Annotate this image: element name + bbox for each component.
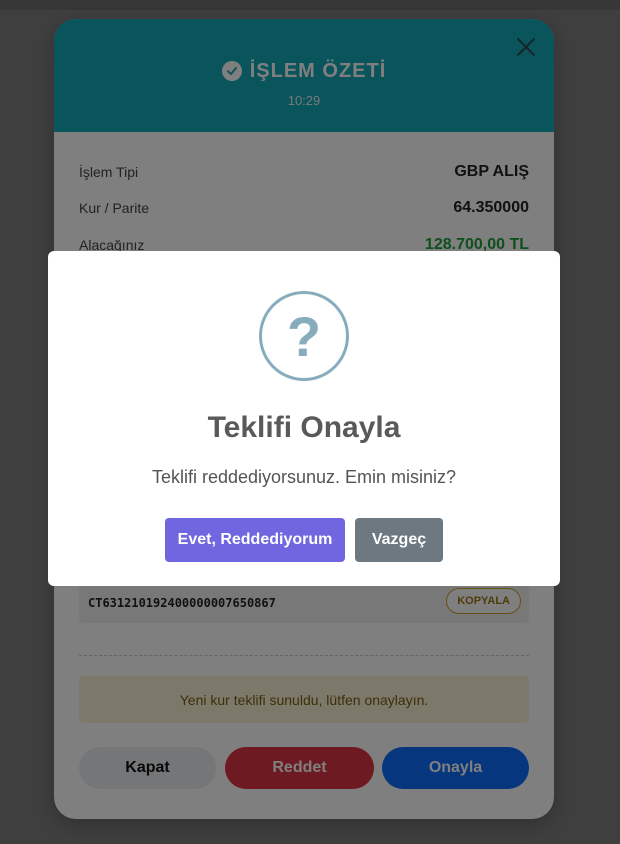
question-icon: ? <box>259 291 349 381</box>
cancel-button[interactable]: Vazgeç <box>355 518 443 562</box>
dialog-message: Teklifi reddediyorsunuz. Emin misiniz? <box>151 467 457 487</box>
dialog-title: Teklifi Onayla <box>207 411 401 444</box>
confirm-dialog: ? Teklifi Onayla Teklifi reddediyorsunuz… <box>48 251 560 586</box>
confirm-reject-button[interactable]: Evet, Reddediyorum <box>165 518 345 562</box>
